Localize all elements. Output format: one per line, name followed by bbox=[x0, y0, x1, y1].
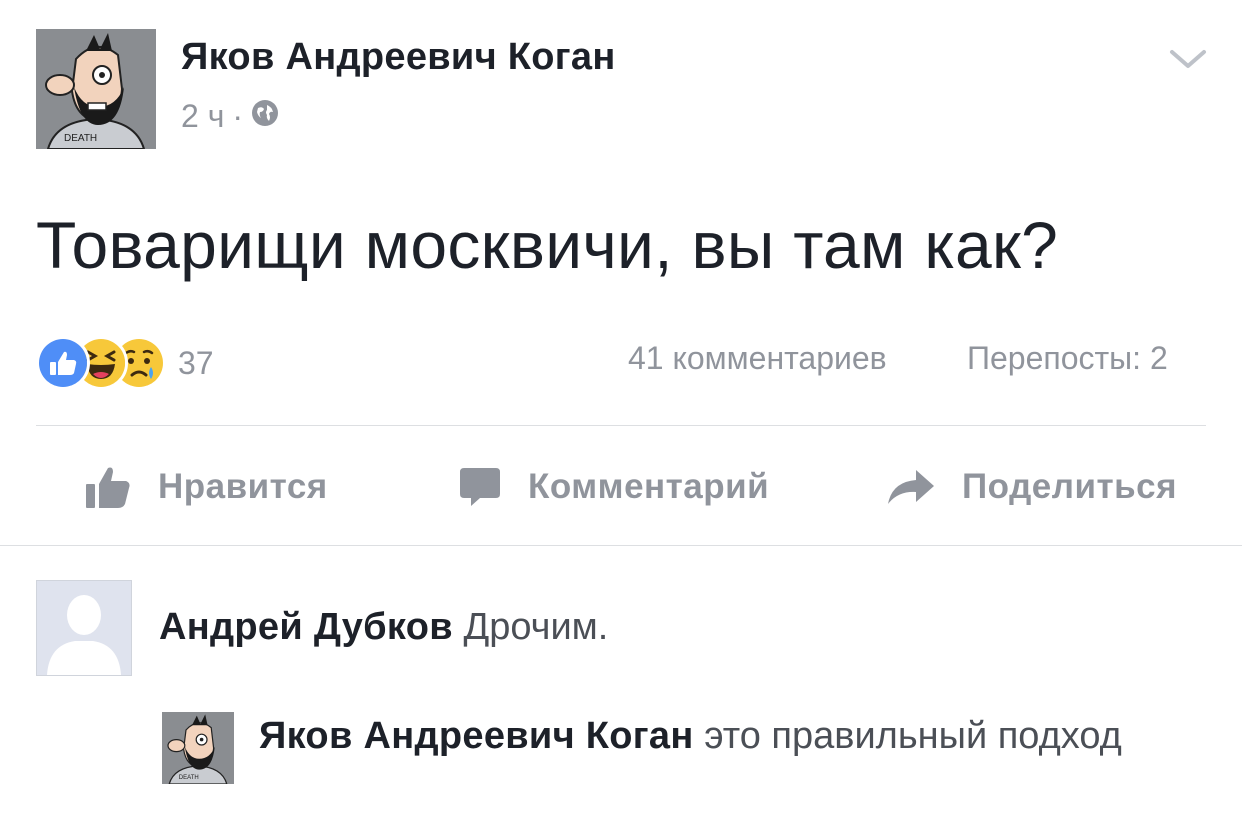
chevron-down-icon[interactable] bbox=[1166, 44, 1210, 74]
reactions-summary[interactable]: 37 bbox=[36, 336, 214, 390]
author-avatar[interactable]: DEATH bbox=[36, 29, 156, 149]
comment-author[interactable]: Андрей Дубков bbox=[159, 606, 453, 648]
reply-author[interactable]: Яков Андреевич Коган bbox=[259, 715, 694, 757]
speech-bubble-icon bbox=[460, 468, 500, 506]
avatar-illustration: DEATH bbox=[36, 29, 156, 149]
divider bbox=[0, 545, 1242, 546]
reply-avatar[interactable]: DEATH bbox=[162, 712, 234, 784]
default-avatar-icon bbox=[37, 581, 131, 675]
comment-text: Дрочим. bbox=[463, 606, 609, 648]
shares-count[interactable]: Перепосты: 2 bbox=[967, 340, 1168, 377]
reaction-count: 37 bbox=[178, 344, 214, 381]
avatar-caption: DEATH bbox=[64, 133, 97, 144]
comments-count[interactable]: 41 комментариев bbox=[628, 340, 887, 377]
meta-separator: · bbox=[232, 98, 244, 134]
share-arrow-icon bbox=[888, 470, 934, 504]
post-meta: 2 ч · bbox=[181, 98, 279, 135]
like-button[interactable]: Нравится bbox=[84, 458, 328, 516]
post-author-name[interactable]: Яков Андреевич Коган bbox=[181, 36, 616, 79]
comment-button-label: Комментарий bbox=[528, 467, 770, 506]
comment-button[interactable]: Комментарий bbox=[458, 458, 769, 516]
divider bbox=[36, 425, 1206, 426]
share-button-label: Поделиться bbox=[962, 467, 1178, 506]
comment-item: Андрей Дубков Дрочим. bbox=[159, 606, 608, 649]
reply-text: это правильный подход bbox=[704, 715, 1122, 757]
avatar-illustration: DEATH bbox=[162, 712, 234, 784]
like-button-label: Нравится bbox=[158, 467, 328, 506]
comment-avatar[interactable] bbox=[36, 580, 132, 676]
like-reaction-icon bbox=[36, 336, 90, 390]
thumbs-up-icon bbox=[86, 467, 130, 508]
avatar-caption: DEATH bbox=[179, 775, 199, 781]
post-text: Товарищи москвичи, вы там как? bbox=[36, 208, 1059, 282]
reply-item: Яков Андреевич Коган это правильный подх… bbox=[259, 712, 1159, 760]
post-timestamp[interactable]: 2 ч bbox=[181, 98, 224, 135]
globe-icon bbox=[251, 98, 279, 135]
share-button[interactable]: Поделиться bbox=[886, 458, 1177, 516]
